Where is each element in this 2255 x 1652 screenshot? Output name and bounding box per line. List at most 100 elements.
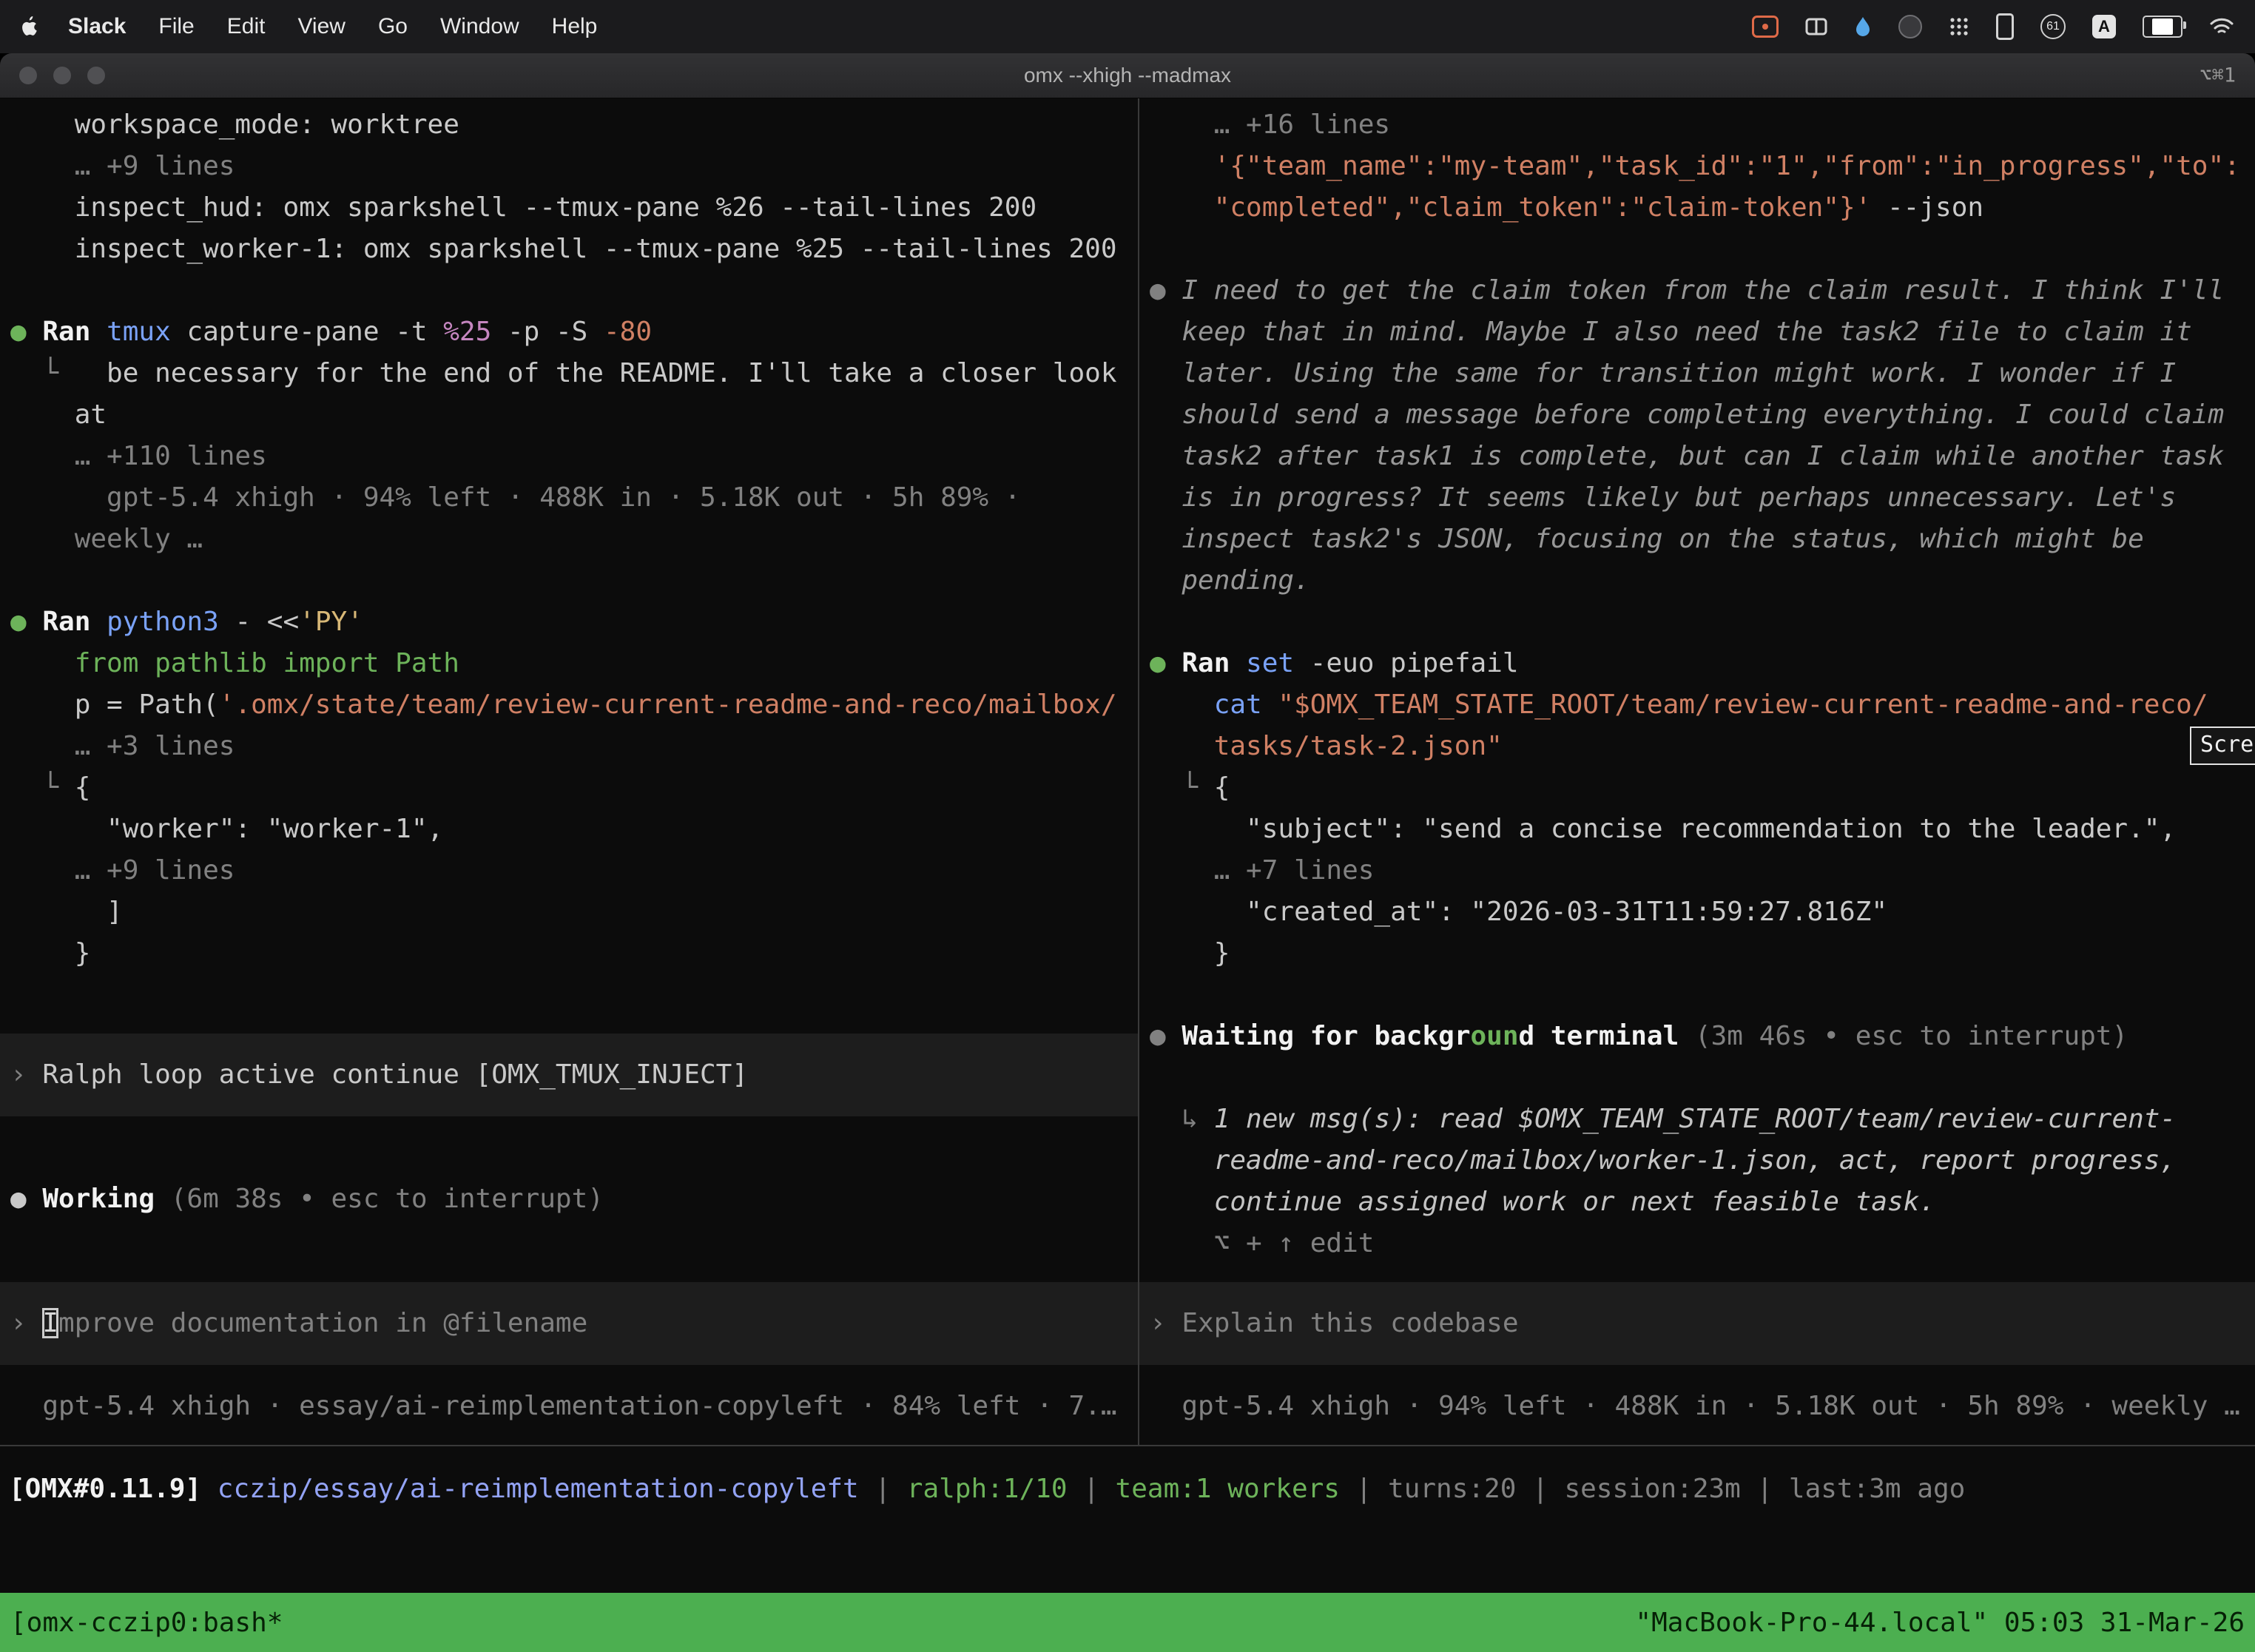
text-segment: --json	[1871, 192, 1983, 223]
zoom-button[interactable]	[87, 67, 105, 84]
text-segment: is in progress? It seems likely but perh…	[1150, 482, 2176, 513]
terminal-line: workspace_mode: worktree	[10, 104, 1138, 146]
text-segment: Ralph loop active continue [OMX_TMUX_INJ…	[42, 1059, 748, 1090]
text-segment: oun	[1471, 1021, 1519, 1051]
terminal-line: … +110 lines	[10, 436, 1138, 477]
close-button[interactable]	[19, 67, 37, 84]
menu-item-edit[interactable]: Edit	[227, 14, 266, 39]
text-segment: "$OMX_TEAM_STATE_ROOT/team/review-curren…	[1278, 690, 2208, 720]
text-segment: cat	[1214, 690, 1278, 720]
text-segment: -t	[395, 317, 443, 347]
tmux-host-clock: "MacBook-Pro-44.local" 05:03 31-Mar-26	[1635, 1608, 2245, 1638]
window-titlebar: omx --xhigh --madmax ⌥⌘1	[0, 53, 2255, 98]
terminal-line: ● Ran set -euo pipefail	[1150, 643, 2255, 684]
text-segment: ›	[1150, 1308, 1182, 1338]
text-segment: … +3 lines	[10, 731, 235, 761]
terminal-line: }	[10, 933, 1138, 974]
text-segment: Explain this codebase	[1182, 1308, 1518, 1338]
terminal-line: "created_at": "2026-03-31T11:59:27.816Z"	[1150, 891, 2255, 933]
left-pane[interactable]: workspace_mode: worktree … +9 lines insp…	[0, 98, 1138, 1445]
text-segment: keep that in mind. Maybe I also need the…	[1150, 317, 2192, 347]
text-segment: ●	[10, 1184, 42, 1214]
text-segment: workspace_mode: worktree	[10, 109, 459, 140]
phone-icon[interactable]	[1996, 13, 2014, 40]
text-segment: "created_at": "2026-03-31T11:59:27.816Z"	[1150, 897, 1887, 927]
text-segment: Ran	[42, 317, 107, 347]
text-segment: should send a message before completing …	[1150, 399, 2224, 430]
terminal-line: inspect task2's JSON, focusing on the st…	[1150, 519, 2255, 560]
terminal-line: task2 after task1 is complete, but can I…	[1150, 436, 2255, 477]
menu-item-go[interactable]: Go	[378, 14, 408, 39]
apple-logo-icon[interactable]	[21, 16, 40, 38]
terminal-line: '{"team_name":"my-team","task_id":"1","f…	[1150, 146, 2255, 187]
menu-item-view[interactable]: View	[297, 14, 345, 39]
text-segment: (6m 38s • esc to interrupt)	[171, 1184, 604, 1214]
terminal-line: ⌥ + ↑ edit	[1150, 1223, 2255, 1264]
text-segment: |	[859, 1474, 907, 1504]
minimize-button[interactable]	[53, 67, 71, 84]
text-segment: '{"team_name":"my-team","task_id":"1","f…	[1150, 151, 2240, 181]
menu-item-file[interactable]: File	[158, 14, 194, 39]
text-segment: cczip/essay/ai-reimplementation-copyleft	[218, 1474, 859, 1504]
terminal-line: tasks/task-2.json"	[1150, 726, 2255, 767]
app-menu-slack[interactable]: Slack	[68, 14, 126, 39]
battery-icon[interactable]	[2143, 16, 2182, 38]
window-shortcut-hint: ⌥⌘1	[2200, 64, 2236, 87]
menu-item-help[interactable]: Help	[552, 14, 598, 39]
prompt-input-left[interactable]: › Improve documentation in @filename	[0, 1282, 1138, 1365]
omx-team-status: [OMX#0.11.9] cczip/essay/ai-reimplementa…	[0, 1446, 2255, 1593]
text-segment: at	[10, 399, 107, 430]
text-segment: |	[1340, 1474, 1388, 1504]
terminal-line: from pathlib import Path	[10, 643, 1138, 684]
window-tiling-icon[interactable]	[1805, 18, 1827, 36]
terminal-line: └ {	[1150, 767, 2255, 809]
text-segment: Ran	[42, 607, 107, 637]
screen-recording-icon[interactable]	[1752, 16, 1779, 38]
terminal-line: "completed","claim_token":"claim-token"}…	[1150, 187, 2255, 229]
menubar-status-icons: 61 A	[1752, 13, 2234, 40]
water-drop-icon[interactable]	[1854, 16, 1872, 38]
terminal-line	[10, 560, 1138, 601]
circle-app-icon[interactable]	[1898, 15, 1922, 38]
text-segment: Working	[42, 1184, 170, 1214]
text-segment: └	[10, 358, 107, 388]
text-segment: |	[1068, 1474, 1116, 1504]
text-segment: set	[1246, 648, 1310, 678]
terminal-line: … +3 lines	[10, 726, 1138, 767]
text-segment: └	[10, 772, 75, 803]
menu-item-window[interactable]: Window	[440, 14, 519, 39]
text-segment: %25	[443, 317, 508, 347]
text-segment: }	[10, 938, 90, 968]
terminal-line: cat "$OMX_TEAM_STATE_ROOT/team/review-cu…	[1150, 684, 2255, 726]
text-segment: "subject": "send a concise recommendatio…	[1150, 814, 2176, 844]
text-segment: python3	[107, 607, 235, 637]
tmux-session-label: [omx-cczip0:bash*	[10, 1608, 283, 1638]
text-segment: 1 new msg(s): read $OMX_TEAM_STATE_ROOT/…	[1214, 1104, 2176, 1134]
terminal-line: "subject": "send a concise recommendatio…	[1150, 809, 2255, 850]
text-segment	[1150, 690, 1214, 720]
tmux-status-bar: [omx-cczip0:bash* "MacBook-Pro-44.local"…	[0, 1593, 2255, 1652]
terminal-line: later. Using the same for transition mig…	[1150, 353, 2255, 394]
text-segment: ›	[10, 1308, 42, 1338]
window-title: omx --xhigh --madmax	[1024, 64, 1231, 87]
right-pane[interactable]: … +16 lines '{"team_name":"my-team","tas…	[1139, 98, 2255, 1445]
text-segment: session:23m	[1564, 1474, 1740, 1504]
prompt-input-right[interactable]: › Explain this codebase	[1139, 1282, 2255, 1365]
text-segment: … +110 lines	[10, 441, 267, 471]
wifi-icon[interactable]	[2209, 17, 2234, 36]
text-segment: |	[1516, 1474, 1564, 1504]
tmux-panes: workspace_mode: worktree … +9 lines insp…	[0, 98, 2255, 1446]
terminal-line: weekly …	[10, 519, 1138, 560]
badge-61-icon[interactable]: 61	[2040, 14, 2066, 39]
text-segment: be necessary for the end of the README. …	[107, 358, 1116, 388]
text-segment: … +16 lines	[1150, 109, 1390, 140]
text-segment: … +9 lines	[10, 855, 235, 886]
ralph-loop-banner: › Ralph loop active continue [OMX_TMUX_I…	[0, 1034, 1138, 1116]
dots-grid-icon[interactable]	[1949, 16, 1969, 37]
traffic-lights	[19, 67, 105, 84]
terminal-line: keep that in mind. Maybe I also need the…	[1150, 311, 2255, 353]
input-source-icon[interactable]: A	[2092, 15, 2116, 38]
text-segment: -p -S	[508, 317, 604, 347]
text-segment: tasks/task-2.json"	[1150, 731, 1503, 761]
terminal-line	[1150, 974, 2255, 1016]
